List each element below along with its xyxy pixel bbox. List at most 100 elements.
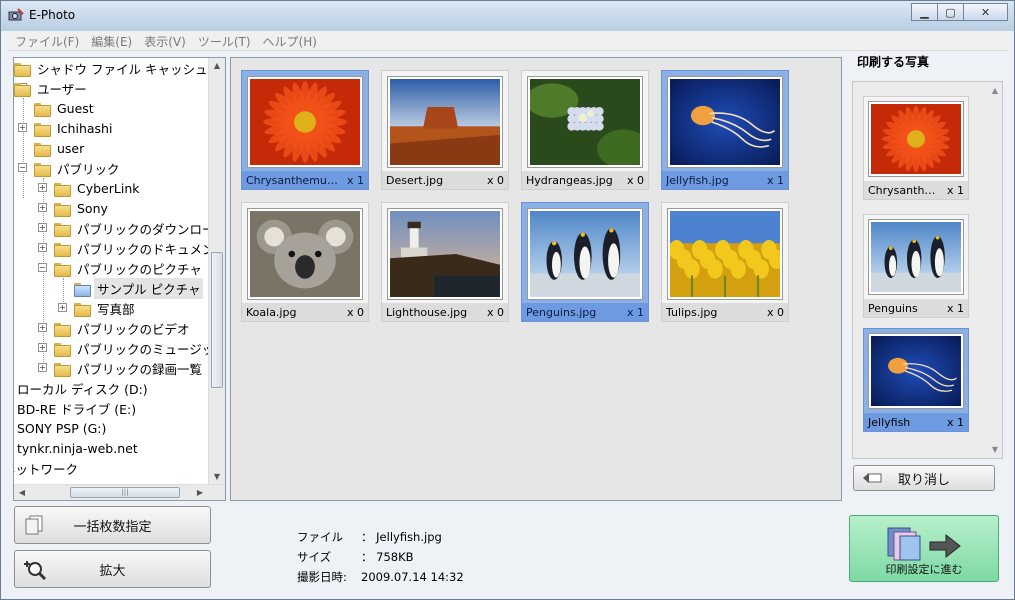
photo-thumbnail[interactable]: Desert.jpg x 0 — [381, 70, 509, 190]
file-name: Hydrangeas.jpg — [526, 173, 613, 187]
thumbnail-caption: Chrysanthemu… x 1 — [242, 171, 368, 189]
tree-vertical-scrollbar[interactable]: ▲ ▼ — [208, 58, 225, 485]
collapse-icon[interactable]: − — [18, 163, 27, 172]
thumbnail-caption: Penguins x 1 — [864, 299, 968, 317]
collapse-icon[interactable]: − — [38, 263, 47, 272]
picture-folder-icon — [74, 281, 91, 297]
photo-thumbnail[interactable]: Tulips.jpg x 0 — [661, 202, 789, 322]
photo-thumbnail[interactable]: Jellyfish.jpg x 1 — [661, 70, 789, 190]
print-thumbnail[interactable]: Jellyfish x 1 — [863, 328, 969, 432]
photo-image — [868, 333, 964, 409]
print-list-title: 印刷する写真 — [857, 55, 930, 69]
tree-item[interactable]: Ichihashi — [34, 118, 115, 138]
file-name: Koala.jpg — [246, 305, 297, 319]
folder-icon — [54, 361, 71, 377]
photo-image — [247, 76, 363, 168]
maximize-button[interactable]: ▢ — [937, 3, 964, 21]
tree-item[interactable]: ネットワーク — [14, 458, 81, 478]
close-button[interactable]: ✕ — [963, 3, 1008, 21]
menu-file[interactable]: ファイル(F) — [9, 33, 85, 50]
tree-item[interactable]: tynkr.ninja-web.net — [14, 438, 141, 458]
tree-item[interactable]: ユーザー — [14, 78, 90, 98]
bulk-count-button[interactable]: 一括枚数指定 — [14, 506, 211, 544]
scroll-down-icon[interactable]: ▼ — [209, 469, 225, 485]
date-label: 撮影日時: — [297, 570, 347, 584]
zoom-button[interactable]: 拡大 — [14, 550, 211, 588]
tree-item[interactable]: user — [34, 138, 87, 158]
tree-item[interactable]: ローカル ディスク (D:) — [14, 378, 151, 398]
tree-item[interactable]: パブリックのピクチャ — [54, 258, 205, 278]
menu-tools[interactable]: ツール(T) — [192, 33, 257, 50]
expand-icon[interactable]: + — [38, 223, 47, 232]
minimize-button[interactable]: ▁ — [911, 3, 938, 21]
photo-thumbnail[interactable]: Hydrangeas.jpg x 0 — [521, 70, 649, 190]
menu-view[interactable]: 表示(V) — [138, 33, 192, 50]
scroll-left-icon[interactable]: ◀ — [14, 485, 30, 500]
cancel-button[interactable]: 取り消し — [853, 465, 995, 491]
folder-icon — [54, 221, 71, 237]
photo-gallery: Chrysanthemu… x 1 Desert.jpg x 0 Hydrangeas.… — [230, 57, 842, 501]
folder-icon — [74, 301, 91, 317]
scroll-right-icon[interactable]: ▶ — [192, 485, 208, 500]
tree-item[interactable]: パブリック — [34, 158, 123, 178]
file-name: Lighthouse.jpg — [386, 305, 468, 319]
expand-icon[interactable]: + — [58, 303, 67, 312]
app-icon — [8, 8, 24, 21]
tree-item[interactable]: Sony — [54, 198, 111, 218]
print-thumbnail[interactable]: Chrysanth… x 1 — [863, 96, 969, 200]
tree-item[interactable]: パブリックのビデオ — [54, 318, 193, 338]
folder-icon — [54, 181, 71, 197]
expand-icon[interactable]: + — [18, 123, 27, 132]
thumbnail-caption: Desert.jpg x 0 — [382, 171, 508, 189]
folder-tree[interactable]: シャドウ ファイル キャッシュ − ユーザー Guest + Ichihashi… — [13, 57, 226, 501]
print-count: x 1 — [766, 173, 784, 187]
tree-item[interactable]: パブリックの録画一覧 — [54, 358, 205, 378]
print-count: x 0 — [486, 173, 504, 187]
print-thumbnail[interactable]: Penguins x 1 — [863, 214, 969, 318]
proceed-to-print-settings-button[interactable]: 印刷設定に進む — [849, 515, 999, 582]
menu-edit[interactable]: 編集(E) — [85, 33, 138, 50]
tree-item[interactable]: 写真部 — [74, 298, 138, 318]
folder-icon — [54, 241, 71, 257]
expand-icon[interactable]: + — [38, 203, 47, 212]
photo-thumbnail[interactable]: Penguins.jpg x 1 — [521, 202, 649, 322]
scroll-thumb[interactable] — [211, 252, 223, 388]
expand-icon[interactable]: + — [38, 323, 47, 332]
tree-item[interactable]: CyberLink — [54, 178, 143, 198]
expand-icon[interactable]: + — [38, 243, 47, 252]
print-forward-icon — [887, 527, 961, 561]
expand-icon[interactable]: + — [38, 183, 47, 192]
tree-item[interactable]: シャドウ ファイル キャッシュ — [14, 58, 210, 78]
tree-horizontal-scrollbar[interactable]: ◀ ||| ▶ — [14, 484, 225, 500]
tree-item[interactable]: パブリックのミュージック — [54, 338, 225, 358]
tree-item-selected[interactable]: サンプル ピクチャ — [74, 277, 204, 299]
photo-image — [667, 208, 783, 300]
tree-item[interactable]: パブリックのダウンロード — [54, 218, 225, 238]
photo-thumbnail[interactable]: Lighthouse.jpg x 0 — [381, 202, 509, 322]
photo-thumbnail[interactable]: Chrysanthemu… x 1 — [241, 70, 369, 190]
print-count: x 0 — [346, 305, 364, 319]
file-name: Chrysanth… — [868, 183, 936, 197]
thumbnail-caption: Tulips.jpg x 0 — [662, 303, 788, 321]
print-list[interactable]: ▲ ▼ Chrysanth… x 1 Penguins x 1 Jellyfish x 1 — [852, 81, 1003, 459]
menu-help[interactable]: ヘルプ(H) — [257, 33, 323, 50]
photo-image — [527, 76, 643, 168]
file-name: Penguins — [868, 301, 918, 315]
expand-icon[interactable]: + — [38, 363, 47, 372]
scroll-down-icon[interactable]: ▼ — [992, 445, 998, 454]
file-info: ファイル： Jellyfish.jpg サイズ： 758KB 撮影日時: 2009… — [297, 527, 464, 587]
scroll-thumb[interactable]: ||| — [70, 487, 180, 498]
tree-item[interactable]: Guest — [34, 98, 97, 118]
photo-image — [868, 101, 964, 177]
tree-item[interactable]: パブリックのドキュメント — [54, 238, 225, 258]
tree-item[interactable]: SONY PSP (G:) — [14, 418, 109, 438]
file-name: Jellyfish.jpg — [666, 173, 729, 187]
tree-item[interactable]: BD-RE ドライブ (E:) — [14, 398, 139, 418]
size-value: 758KB — [376, 550, 414, 564]
scroll-up-icon[interactable]: ▲ — [992, 86, 998, 95]
back-arrow-icon — [863, 473, 882, 483]
expand-icon[interactable]: + — [38, 343, 47, 352]
thumbnail-caption: Chrysanth… x 1 — [864, 181, 968, 199]
photo-thumbnail[interactable]: Koala.jpg x 0 — [241, 202, 369, 322]
scroll-up-icon[interactable]: ▲ — [209, 58, 225, 74]
